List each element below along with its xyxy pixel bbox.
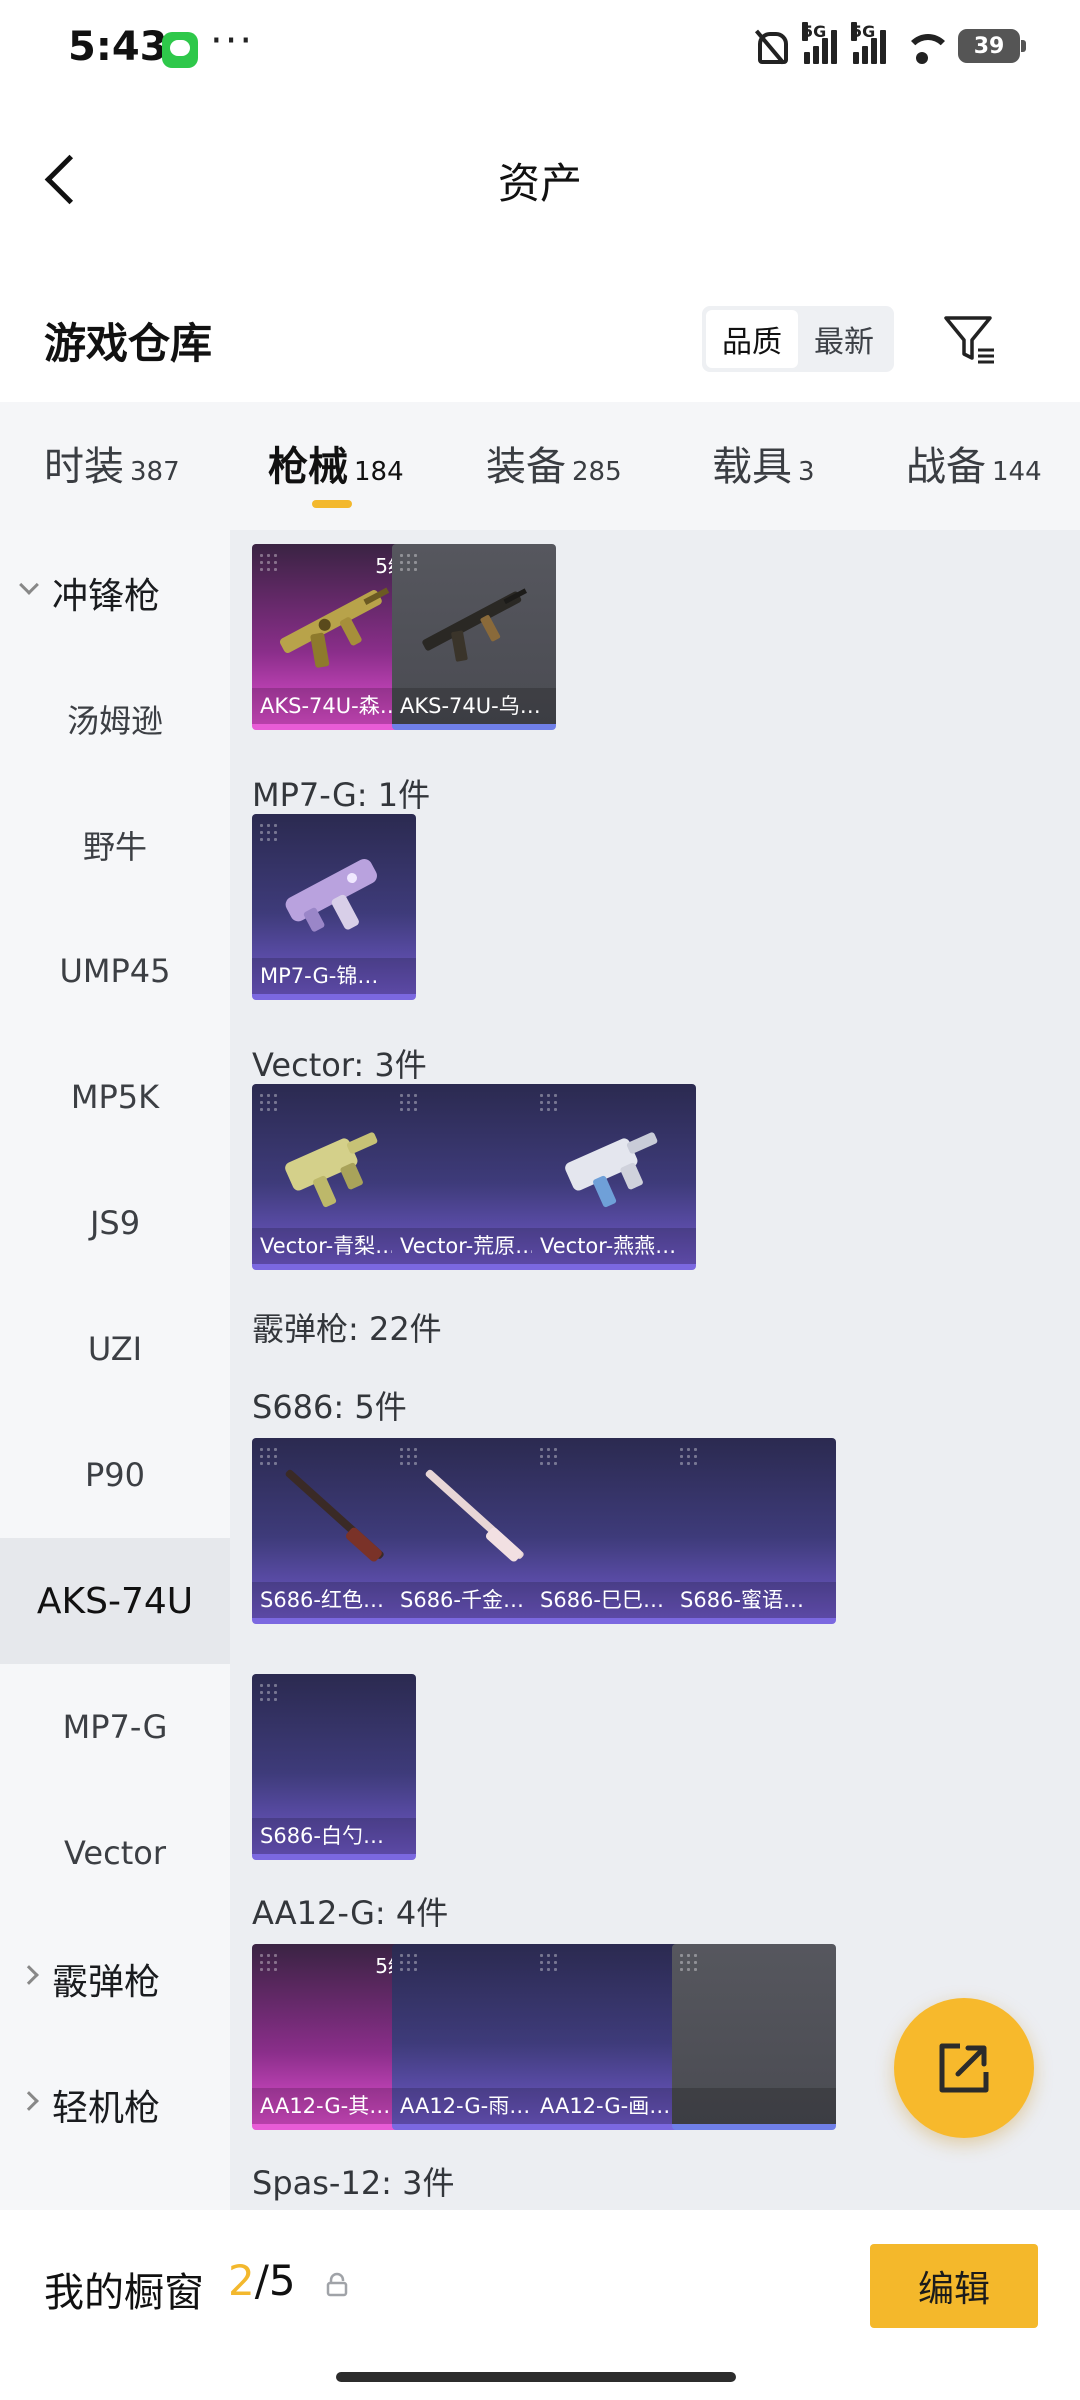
card-name: MP7-G-锦…: [252, 958, 416, 994]
sidebar-item-thompson[interactable]: 汤姆逊: [0, 656, 230, 782]
showcase-count: 2/5: [228, 2256, 296, 2305]
gun-image: [285, 858, 377, 932]
sidebar-item-mp7g[interactable]: MP7-G: [0, 1664, 230, 1790]
weapon-card[interactable]: [672, 1944, 836, 2130]
message-app-icon: [162, 32, 198, 68]
status-bar: 5:43 ··· 5G 5G 39: [0, 0, 1080, 96]
sidebar-item-bizon[interactable]: 野牛: [0, 782, 230, 908]
share-button[interactable]: [894, 1998, 1034, 2138]
battery-icon: 39: [958, 29, 1026, 63]
tab-firearms[interactable]: 枪械 184: [268, 434, 404, 492]
sidebar-item-js9[interactable]: JS9: [0, 1160, 230, 1286]
weapon-card[interactable]: S686-白勺…: [252, 1674, 416, 1860]
sidebar-item-vector[interactable]: Vector: [0, 1790, 230, 1916]
mute-icon: [752, 28, 788, 64]
card-name: S686-蜜语…: [672, 1582, 836, 1618]
card-name: AKS-74U-乌…: [392, 688, 556, 724]
weapon-card[interactable]: AKS-74U-乌…: [392, 544, 556, 730]
sidebar-item-p90[interactable]: P90: [0, 1412, 230, 1538]
card-name: S686-白勺…: [252, 1818, 416, 1854]
sidebar-item-uzi[interactable]: UZI: [0, 1286, 230, 1412]
tab-vehicles[interactable]: 载具 3: [712, 434, 815, 492]
wifi-icon: [900, 28, 952, 64]
group-title-s686: S686: 5件: [252, 1388, 407, 1426]
sort-option-quality[interactable]: 品质: [706, 310, 798, 368]
group-title-mp7g: MP7-G: 1件: [252, 776, 431, 814]
group-title-aa12g: AA12-G: 4件: [252, 1894, 449, 1932]
weapon-list: 5级 AKS-74U-森… AKS-74U-乌… MP7-G: 1件 MP7-G: [230, 530, 1080, 2210]
group-title-spas12: Spas-12: 3件: [252, 2164, 455, 2202]
active-tab-indicator: [312, 500, 352, 508]
weapon-category-sidebar: 冲锋枪 汤姆逊 野牛 UMP45 MP5K JS9 UZI P90 AKS-74…: [0, 530, 230, 2210]
status-time: 5:43: [68, 24, 168, 70]
card-name: Vector-燕燕…: [532, 1228, 696, 1264]
weapon-card[interactable]: MP7-G-锦…: [252, 814, 416, 1000]
tab-equipment[interactable]: 装备 285: [486, 434, 622, 492]
weapon-card[interactable]: Vector-燕燕…: [532, 1084, 696, 1270]
gun-image: [565, 1132, 658, 1208]
gun-image: [425, 1469, 524, 1562]
sidebar-item-shotgun[interactable]: 霰弹枪: [0, 1916, 230, 2042]
tab-supplies[interactable]: 战备 144: [906, 434, 1042, 492]
home-indicator[interactable]: [336, 2372, 736, 2382]
tab-fashion[interactable]: 时装 387: [44, 434, 180, 492]
sort-toggle: 品质 最新: [702, 306, 894, 372]
group-title-shotgun: 霰弹枪: 22件: [252, 1310, 442, 1348]
share-external-icon: [939, 2043, 989, 2093]
sidebar-item-mp5k[interactable]: MP5K: [0, 1034, 230, 1160]
category-tabs: 时装 387 枪械 184 装备 285 载具 3 战备 144: [0, 402, 1080, 530]
filter-icon[interactable]: [940, 310, 1000, 370]
card-name: [672, 2088, 836, 2124]
gun-image: [285, 1469, 384, 1562]
signal-icon-2: 5G: [851, 22, 886, 64]
page-title: 资产: [497, 159, 582, 208]
sidebar-item-ump45[interactable]: UMP45: [0, 908, 230, 1034]
sidebar-item-aks74u[interactable]: AKS-74U: [0, 1538, 230, 1664]
lock-icon: [326, 2272, 348, 2297]
sort-option-newest[interactable]: 最新: [798, 310, 890, 368]
chevron-down-icon: [19, 575, 39, 595]
signal-icon-1: 5G: [802, 22, 837, 64]
edit-button[interactable]: 编辑: [870, 2244, 1038, 2328]
showcase-label: 我的橱窗: [44, 2270, 204, 2316]
page-header: 资产: [0, 120, 1080, 236]
chevron-right-icon: [19, 1965, 39, 1985]
gun-image: [285, 1132, 378, 1208]
sidebar-item-lmg[interactable]: 轻机枪: [0, 2042, 230, 2168]
chevron-right-icon: [19, 2091, 39, 2111]
weapon-card[interactable]: S686-蜜语…: [672, 1438, 836, 1624]
warehouse-header: 游戏仓库 品质 最新: [0, 290, 1080, 390]
sidebar-item-smg[interactable]: 冲锋枪: [0, 530, 230, 656]
group-title-vector: Vector: 3件: [252, 1046, 427, 1084]
warehouse-title: 游戏仓库: [44, 319, 213, 368]
more-notifications-icon: ···: [210, 18, 255, 64]
gun-image: [279, 587, 390, 668]
gun-image: [422, 588, 527, 662]
